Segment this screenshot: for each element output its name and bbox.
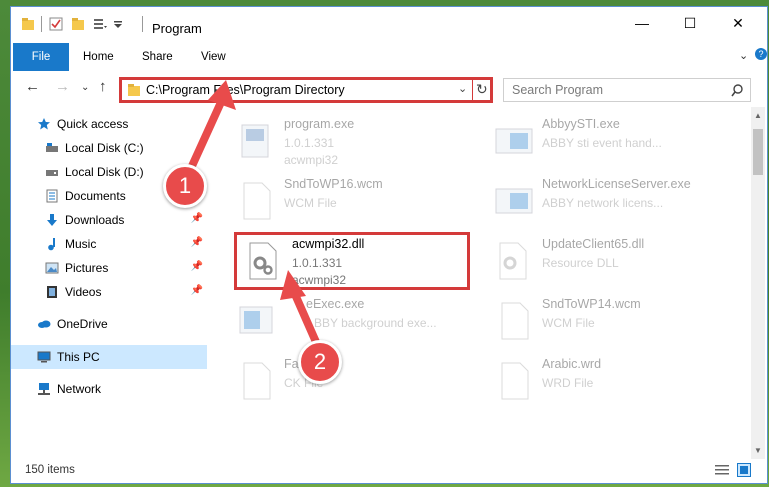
file-icon xyxy=(501,362,529,400)
window-title: Program xyxy=(152,21,202,36)
title-bar: Program — ☐ ✕ xyxy=(11,7,767,43)
pin-icon[interactable]: 📌 xyxy=(191,261,203,272)
close-button[interactable]: ✕ xyxy=(715,7,761,39)
sidebar-item-local-disk-c[interactable]: Local Disk (C:) xyxy=(11,136,207,160)
drive-icon xyxy=(46,170,58,176)
title-separator xyxy=(142,16,143,32)
navigation-pane: Quick access Local Disk (C:) Local Disk … xyxy=(11,107,207,457)
drive-icon xyxy=(46,143,58,152)
customize-toolbar-icon[interactable] xyxy=(93,17,107,31)
status-bar: 150 items xyxy=(11,459,767,483)
details-view-icon[interactable] xyxy=(715,464,729,476)
callout-2: 2 xyxy=(298,340,342,384)
title-separator xyxy=(41,16,42,32)
recent-locations-icon[interactable]: ⌄ xyxy=(81,82,89,93)
scroll-up-icon[interactable]: ▲ xyxy=(754,111,762,120)
maximize-button[interactable]: ☐ xyxy=(667,7,713,39)
highlight-selected-file xyxy=(234,232,470,290)
sidebar-item-music[interactable]: Music 📌 xyxy=(11,232,207,256)
address-bar[interactable]: C:\Program Files\Program Directory ⌄ ↻ xyxy=(119,77,493,103)
dll-gear-icon xyxy=(499,242,527,280)
sidebar-item-pictures[interactable]: Pictures 📌 xyxy=(11,256,207,280)
folder-icon xyxy=(22,18,34,30)
list-item[interactable]: SndToWP16.wcm WCM File xyxy=(234,175,474,235)
scroll-down-icon[interactable]: ▼ xyxy=(754,446,762,455)
exe-icon xyxy=(241,124,269,158)
cloud-icon xyxy=(38,320,51,328)
pin-icon[interactable]: 📌 xyxy=(191,285,203,296)
exe-icon xyxy=(239,306,273,334)
list-item[interactable]: AbbyySTI.exe ABBY sti event hand... xyxy=(492,115,732,175)
address-divider xyxy=(472,77,473,103)
address-path: C:\Program Files\Program Directory xyxy=(146,83,345,97)
exe-icon xyxy=(495,128,533,154)
sidebar-item-network[interactable]: Network xyxy=(11,377,207,401)
search-placeholder: Search Program xyxy=(512,83,604,97)
list-item[interactable]: Arabic.wrd WRD File xyxy=(492,355,732,415)
item-count: 150 items xyxy=(25,464,75,476)
chevron-down-icon[interactable] xyxy=(111,17,125,31)
videos-icon xyxy=(47,286,57,298)
refresh-icon[interactable]: ↻ xyxy=(476,81,488,98)
ribbon-tabs: File Home Share View ⌄ ? xyxy=(11,43,767,72)
callout-1: 1 xyxy=(163,164,207,208)
properties-icon[interactable] xyxy=(49,17,63,31)
pin-icon[interactable]: 📌 xyxy=(191,213,203,224)
network-icon xyxy=(38,383,50,395)
sidebar-item-onedrive[interactable]: OneDrive xyxy=(11,312,207,336)
sidebar-item-this-pc[interactable]: This PC xyxy=(11,345,207,369)
tab-share[interactable]: Share xyxy=(142,43,173,71)
help-icon[interactable]: ? xyxy=(755,48,767,60)
list-item[interactable]: SndToWP14.wcm WCM File xyxy=(492,295,732,355)
list-item[interactable]: UpdateClient65.dll Resource DLL xyxy=(492,235,732,295)
file-icon xyxy=(243,182,271,220)
search-input[interactable]: Search Program xyxy=(503,78,751,102)
list-item[interactable]: NetworkLicenseServer.exe ABBY network li… xyxy=(492,175,732,235)
back-arrow-icon[interactable]: ← xyxy=(25,78,40,95)
star-icon xyxy=(38,118,50,130)
pin-icon[interactable]: 📌 xyxy=(191,237,203,248)
tab-view[interactable]: View xyxy=(201,43,226,71)
minimize-button[interactable]: — xyxy=(619,7,665,39)
sidebar-item-downloads[interactable]: Downloads 📌 xyxy=(11,208,207,232)
pictures-icon xyxy=(45,262,59,274)
large-icons-view-icon[interactable] xyxy=(737,463,751,477)
search-icon[interactable] xyxy=(731,84,744,97)
list-item[interactable]: eExec.exe BBY background exe... xyxy=(234,295,474,355)
tab-home[interactable]: Home xyxy=(83,43,114,71)
chevron-down-icon[interactable]: ⌄ xyxy=(458,82,467,95)
exe-icon xyxy=(495,188,533,214)
music-icon xyxy=(48,238,55,251)
forward-arrow-icon[interactable]: → xyxy=(55,78,70,95)
explorer-window: Program — ☐ ✕ File Home Share View ⌄ ? ←… xyxy=(10,6,768,484)
computer-icon xyxy=(37,351,51,363)
sidebar-item-quick-access[interactable]: Quick access xyxy=(11,112,207,136)
scrollbar-thumb[interactable] xyxy=(753,129,763,175)
file-icon xyxy=(501,302,529,340)
sidebar-item-videos[interactable]: Videos 📌 xyxy=(11,280,207,304)
address-row: ← → ⌄ ↑ C:\Program Files\Program Directo… xyxy=(11,71,767,105)
new-folder-icon[interactable] xyxy=(71,17,85,31)
tab-file[interactable]: File xyxy=(13,43,69,71)
chevron-down-icon[interactable]: ⌄ xyxy=(739,49,748,62)
file-icon xyxy=(243,362,271,400)
list-item[interactable]: program.exe 1.0.1.331 acwmpi32 xyxy=(234,115,474,175)
list-item[interactable]: Fas...k CK File xyxy=(234,355,474,415)
up-arrow-icon[interactable]: ↑ xyxy=(99,78,107,95)
folder-icon xyxy=(128,84,140,96)
download-icon xyxy=(47,214,57,226)
vertical-scrollbar[interactable]: ▲ ▼ xyxy=(751,107,765,459)
documents-icon xyxy=(46,189,58,203)
